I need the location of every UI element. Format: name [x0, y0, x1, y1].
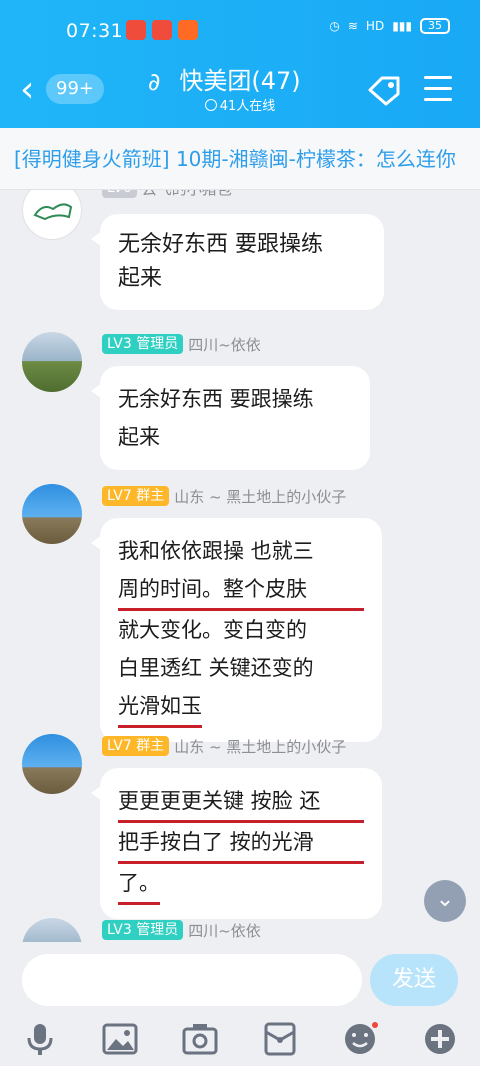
- emoji-icon[interactable]: [342, 1022, 378, 1056]
- composer: 发送: [0, 942, 480, 1066]
- battery-icon: 35: [420, 18, 450, 34]
- chevron-down-icon[interactable]: ⌄: [424, 880, 466, 922]
- level-badge: LV3 管理员: [102, 334, 184, 354]
- online-count: 41人在线: [150, 98, 330, 116]
- image-icon[interactable]: [102, 1022, 138, 1056]
- message-bubble[interactable]: 无余好东西 要跟操练 起来: [91, 214, 384, 310]
- avatar[interactable]: [22, 484, 82, 544]
- alarm-icon: ◷: [329, 19, 340, 33]
- sender-meta: LV3 管理员 四川~依依: [102, 332, 261, 356]
- message-bubble[interactable]: 更更更更关键 按脸 还 把手按白了 按的光滑 了。: [91, 768, 382, 919]
- avatar[interactable]: [22, 332, 82, 392]
- sender-name[interactable]: 四川~依依: [188, 920, 261, 941]
- menu-icon[interactable]: [424, 76, 452, 102]
- camera-icon[interactable]: [182, 1022, 218, 1056]
- sender-meta: LV7 群主 山东 ~ 黑土地上的小伙子: [102, 484, 346, 508]
- message-input[interactable]: [22, 954, 362, 1006]
- microphone-icon[interactable]: [22, 1022, 58, 1056]
- wifi-icon: ≋: [347, 19, 358, 33]
- signal-icon: ▮▮▮: [392, 19, 412, 33]
- red-packet-icon[interactable]: [262, 1022, 298, 1056]
- title-block[interactable]: 快美团(47) 41人在线: [150, 66, 330, 116]
- status-time: 07:31: [66, 20, 124, 42]
- level-badge: LV7 群主: [102, 736, 170, 756]
- message-list[interactable]: LV6 云飞的小猪包 无余好东西 要跟操练 起来 LV3 管理员 四川~依依 无…: [0, 190, 480, 942]
- avatar[interactable]: [22, 734, 82, 794]
- app-notification-icon: [126, 20, 146, 40]
- chat-header: ‹ 99+ ∂ 快美团(47) 41人在线: [0, 62, 480, 128]
- status-indicators: ◷ ≋ HD ▮▮▮ 35: [329, 18, 450, 34]
- chevron-left-icon[interactable]: ‹: [20, 72, 34, 108]
- announcement-banner[interactable]: [得明健身火箭班] 10期-湘赣闽-柠檬茶：怎么连你: [0, 128, 480, 190]
- tag-icon[interactable]: [366, 74, 402, 106]
- level-badge: LV7 群主: [102, 486, 170, 506]
- group-title[interactable]: 快美团(47): [150, 66, 330, 96]
- hd-icon: HD: [365, 19, 385, 33]
- app-notification-icon: [178, 20, 198, 40]
- avatar[interactable]: [22, 918, 82, 942]
- avatar[interactable]: [22, 190, 82, 240]
- status-app-icons: [126, 20, 198, 40]
- online-icon: [204, 99, 217, 111]
- sender-name[interactable]: 四川~依依: [188, 334, 261, 355]
- toutiao-icon: [152, 20, 172, 40]
- sender-meta: LV6 云飞的小猪包: [102, 190, 232, 200]
- sender-name[interactable]: 山东 ~ 黑土地上的小伙子: [174, 486, 346, 507]
- composer-toolbar: [0, 1018, 480, 1066]
- message-bubble[interactable]: 我和依依跟操 也就三 周的时间。整个皮肤 就大变化。变白变的 白里透红 关键还变…: [91, 518, 382, 742]
- sender-meta: LV3 管理员 四川~依依: [102, 918, 261, 942]
- message-bubble[interactable]: 无余好东西 要跟操练 起来: [91, 366, 370, 470]
- sender-meta: LV7 群主 山东 ~ 黑土地上的小伙子: [102, 734, 346, 758]
- level-badge: LV6: [102, 190, 137, 198]
- plus-icon[interactable]: [422, 1022, 458, 1056]
- sender-name[interactable]: 云飞的小猪包: [142, 190, 232, 199]
- status-bar: 07:31 ◷ ≋ HD ▮▮▮ 35: [0, 0, 480, 62]
- send-button[interactable]: 发送: [370, 954, 458, 1006]
- sender-name[interactable]: 山东 ~ 黑土地上的小伙子: [174, 736, 346, 757]
- unread-badge[interactable]: 99+: [46, 74, 104, 104]
- level-badge: LV3 管理员: [102, 920, 184, 940]
